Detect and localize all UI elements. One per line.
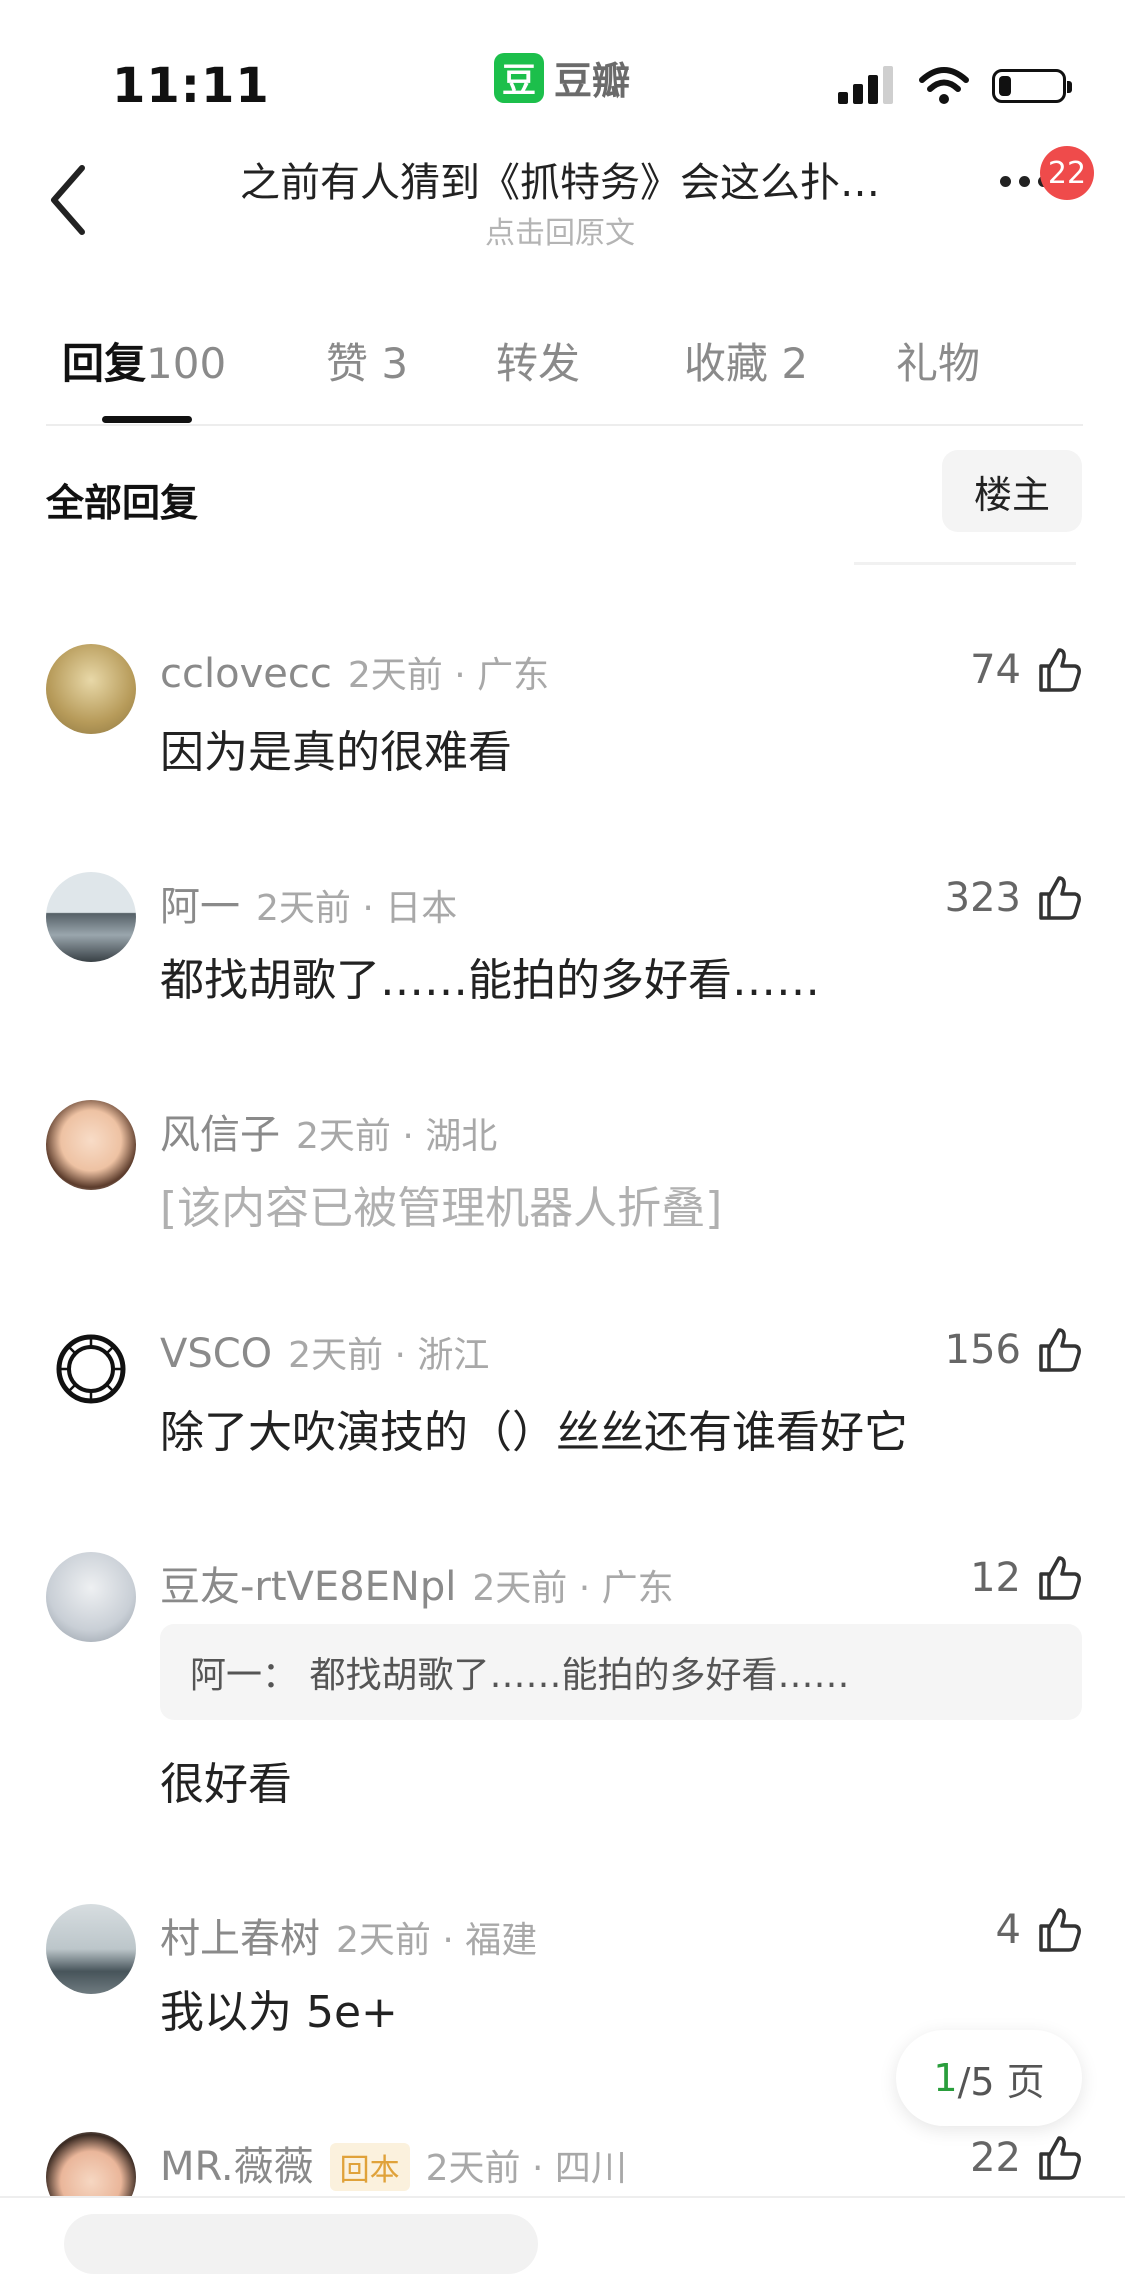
tab-label: 礼物	[896, 339, 981, 388]
op-only-filter-button[interactable]: 楼主	[942, 450, 1082, 532]
thumbs-up-icon	[1039, 1328, 1081, 1372]
username[interactable]: 豆友-rtVE8ENpl	[160, 1554, 456, 1612]
avatar[interactable]	[46, 1100, 136, 1190]
tab-count: 100	[146, 339, 227, 388]
vsco-logo-icon[interactable]	[46, 1324, 136, 1414]
like-button[interactable]: 22	[970, 2134, 1083, 2182]
notification-badge: 22	[1040, 146, 1094, 200]
tab-count: 3	[381, 339, 409, 388]
comment-meta: 风信子 2天前 · 湖北	[160, 1102, 497, 1160]
reply-input[interactable]	[64, 2214, 538, 2274]
thumbs-up-icon	[1039, 876, 1081, 920]
divider	[46, 424, 1083, 426]
thumbs-up-icon	[1039, 1556, 1081, 1600]
like-count: 22	[970, 2135, 1021, 2181]
tab-label: 转发	[496, 339, 581, 388]
tab-collect[interactable]: 收藏 2	[684, 330, 808, 391]
wifi-icon	[919, 67, 969, 104]
tab-label: 收藏	[684, 339, 769, 388]
tab-count: 2	[781, 339, 809, 388]
like-button[interactable]: 74	[970, 646, 1083, 694]
like-button[interactable]: 156	[945, 1326, 1083, 1374]
comment-text: 除了大吹演技的（）丝丝还有谁看好它	[160, 1407, 908, 1458]
tab-replies[interactable]: 回复100	[62, 330, 226, 391]
like-count: 74	[970, 647, 1021, 693]
folded-comment-text[interactable]: [该内容已被管理机器人折叠]	[160, 1172, 722, 1236]
douban-logo-icon: 豆	[494, 52, 544, 103]
comment-time-location: 2天前 · 福建	[336, 1920, 538, 1961]
current-page: 1	[933, 2056, 958, 2100]
comment-time-location: 2天前 · 浙江	[288, 1335, 490, 1376]
battery-level-fill	[999, 76, 1011, 96]
avatar[interactable]	[46, 644, 136, 734]
tab-label: 赞	[326, 339, 369, 388]
comment-meta: cclovecc 2天前 · 广东	[160, 646, 549, 698]
thumbs-up-icon	[1039, 1908, 1081, 1952]
post-title[interactable]: 之前有人猜到《抓特务》会这么扑…	[150, 150, 970, 208]
comment-time-location: 2天前 · 湖北	[296, 1116, 498, 1157]
tab-bar: 回复100 赞 3 转发 收藏 2 礼物	[0, 330, 1125, 420]
username[interactable]: VSCO	[160, 1331, 272, 1377]
thumbs-up-icon	[1039, 2136, 1081, 2180]
comment-time-location: 2天前 · 广东	[472, 1568, 674, 1609]
username[interactable]: cclovecc	[160, 651, 332, 697]
like-count: 323	[944, 875, 1021, 921]
comment-meta: VSCO 2天前 · 浙江	[160, 1326, 489, 1378]
tab-likes[interactable]: 赞 3	[326, 330, 408, 391]
comment-text: 我以为 5e+	[160, 1987, 398, 2038]
like-count: 4	[995, 1907, 1021, 1953]
username[interactable]: MR.薇薇	[160, 2134, 314, 2192]
comment-meta: MR.薇薇 回本 2天前 · 四川	[160, 2134, 627, 2192]
avatar[interactable]	[46, 872, 136, 962]
page-indicator[interactable]: 1/5 页	[896, 2030, 1082, 2126]
status-icons	[838, 66, 1072, 106]
comment-text: 都找胡歌了……能拍的多好看……	[160, 955, 820, 1006]
tab-label: 回复	[62, 339, 147, 388]
username[interactable]: 风信子	[160, 1102, 280, 1160]
username[interactable]: 村上春树	[160, 1906, 320, 1964]
thumbs-up-icon	[1039, 648, 1081, 692]
like-button[interactable]: 4	[996, 1906, 1083, 1954]
back-chevron-icon[interactable]	[44, 160, 94, 240]
comment-meta: 豆友-rtVE8ENpl 2天前 · 广东	[160, 1554, 674, 1612]
avatar[interactable]	[46, 1904, 136, 1994]
divider	[854, 562, 1076, 565]
username[interactable]: 阿一	[160, 874, 240, 932]
tab-reshare[interactable]: 转发	[496, 330, 580, 391]
back-to-original-link[interactable]: 点击回原文	[150, 208, 970, 252]
total-pages: /5 页	[957, 2059, 1045, 2104]
active-tab-indicator	[102, 416, 192, 423]
app-indicator: 豆 豆瓣	[494, 50, 630, 105]
comment-meta: 村上春树 2天前 · 福建	[160, 1906, 537, 1964]
like-count: 12	[970, 1555, 1021, 1601]
user-tag-badge: 回本	[329, 2143, 410, 2191]
section-title: 全部回复	[46, 481, 199, 525]
comment-text: 因为是真的很难看	[160, 727, 512, 778]
like-count: 156	[944, 1327, 1021, 1373]
app-name: 豆瓣	[554, 59, 631, 103]
like-button[interactable]: 323	[945, 874, 1083, 922]
quoted-reply[interactable]: 阿一： 都找胡歌了……能拍的多好看……	[160, 1624, 1082, 1720]
comment-time-location: 2天前 · 日本	[256, 888, 458, 929]
battery-icon	[992, 69, 1072, 103]
comment-meta: 阿一 2天前 · 日本	[160, 874, 457, 932]
comment-text: 很好看	[160, 1759, 292, 1810]
comment-time-location: 2天前 · 广东	[347, 655, 550, 696]
like-button[interactable]: 12	[970, 1554, 1083, 1602]
signal-icon	[838, 66, 893, 104]
comment-time-location: 2天前 · 四川	[425, 2148, 627, 2189]
tab-gifts[interactable]: 礼物	[896, 330, 980, 391]
status-time: 11:11	[112, 58, 270, 114]
avatar[interactable]	[46, 1552, 136, 1642]
